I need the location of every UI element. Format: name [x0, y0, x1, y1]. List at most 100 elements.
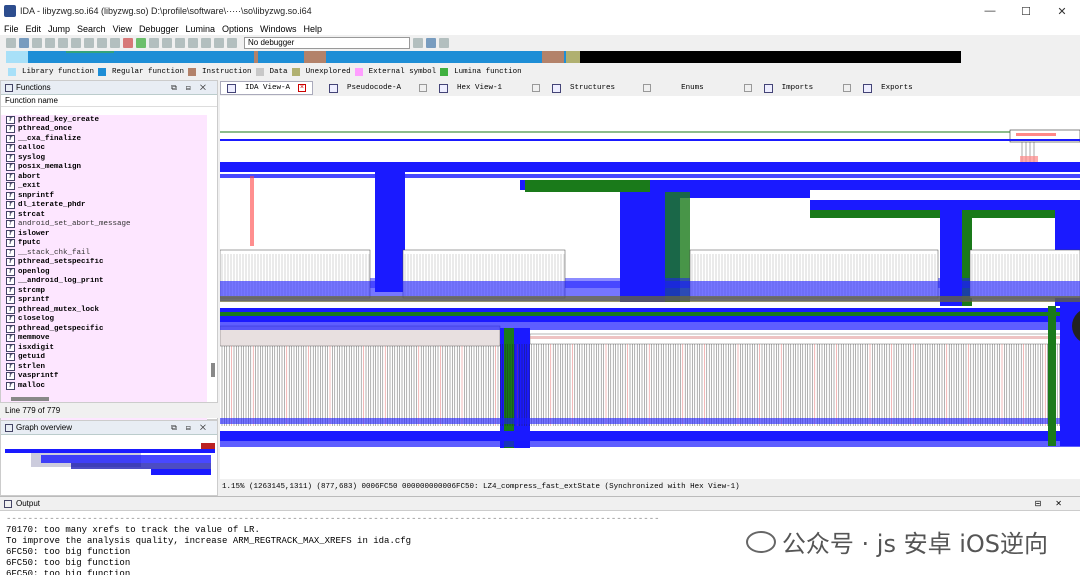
legend-lumina-swatch	[440, 67, 449, 76]
forward-icon[interactable]	[45, 37, 55, 48]
function-list-item[interactable]: f islower	[1, 229, 207, 239]
refresh-icon[interactable]	[426, 37, 436, 48]
function-list-item[interactable]: f pthread_mutex_lock	[1, 305, 207, 315]
paste-icon[interactable]	[84, 37, 94, 48]
function-list-item[interactable]: f _exit	[1, 182, 207, 192]
function-list-item[interactable]: f vasprintf	[1, 372, 207, 382]
chart-icon[interactable]	[162, 37, 172, 48]
image-icon[interactable]	[123, 37, 133, 48]
function-list-item[interactable]: f pthread_key_create	[1, 115, 207, 125]
copy-icon[interactable]	[71, 37, 81, 48]
tab-ida-view-a[interactable]: IDA View-A ×	[220, 81, 314, 95]
tab-enums[interactable]: Enums	[657, 81, 758, 95]
edit-icon[interactable]	[175, 37, 185, 48]
text-icon[interactable]	[110, 37, 120, 48]
open-icon[interactable]	[6, 37, 16, 48]
close-tab-icon[interactable]	[532, 84, 541, 92]
menu-edit[interactable]: Edit	[26, 24, 42, 34]
function-list-item[interactable]: f isxdigit	[1, 343, 207, 353]
function-list-item[interactable]: f strlen	[1, 362, 207, 372]
close-tab-icon[interactable]	[843, 84, 852, 92]
tab-pseudocode-a[interactable]: Pseudocode-A	[323, 81, 433, 95]
function-list-item[interactable]: f sprintf	[1, 296, 207, 306]
function-list-item[interactable]: f snprintf	[1, 191, 207, 201]
tab-structures[interactable]: Structures	[546, 81, 657, 95]
function-list-item[interactable]: f malloc	[1, 381, 207, 391]
close-tab-icon[interactable]	[643, 84, 652, 92]
play-icon[interactable]	[201, 37, 211, 48]
function-list-item[interactable]: f syslog	[1, 153, 207, 163]
maximize-button[interactable]: ☐	[1008, 5, 1044, 18]
function-icon: f	[6, 362, 15, 371]
functions-hscrollbar-thumb[interactable]	[11, 397, 49, 401]
green-circle-icon[interactable]	[136, 37, 146, 48]
navigation-band[interactable]	[6, 51, 961, 63]
debugger-select[interactable]: No debugger	[244, 36, 410, 49]
function-list-item[interactable]: f fputc	[1, 239, 207, 249]
back-icon[interactable]	[32, 37, 42, 48]
menu-help[interactable]: Help	[304, 24, 323, 34]
functions-scrollbar-thumb[interactable]	[211, 363, 215, 377]
settings-icon[interactable]	[439, 37, 449, 48]
menu-jump[interactable]: Jump	[48, 24, 70, 34]
pause-icon[interactable]	[214, 37, 224, 48]
tab-exports[interactable]: Exports	[857, 81, 919, 95]
function-list-item[interactable]: f strcmp	[1, 286, 207, 296]
function-list-item[interactable]: f __android_log_print	[1, 277, 207, 287]
delete-icon[interactable]	[188, 37, 198, 48]
function-list-item[interactable]: f dl_iterate_phdr	[1, 201, 207, 211]
menu-view[interactable]: View	[113, 24, 132, 34]
panel-controls-icon[interactable]: ⊟✕	[1035, 499, 1080, 508]
function-icon: f	[6, 144, 15, 153]
function-name: pthread_once	[18, 125, 73, 134]
function-list-item[interactable]: f openlog	[1, 267, 207, 277]
function-list-item[interactable]: f pthread_once	[1, 125, 207, 135]
function-list-item[interactable]: f __stack_chk_fail	[1, 248, 207, 258]
close-button[interactable]: ✕	[1044, 5, 1080, 18]
function-list-item[interactable]: f getuid	[1, 353, 207, 363]
function-name-column-header[interactable]: Function name	[1, 95, 217, 107]
graph-overview-minimap[interactable]	[1, 435, 217, 493]
panel-controls-icon[interactable]: ⧉⊟✕	[171, 83, 217, 93]
function-list-item[interactable]: f strcat	[1, 210, 207, 220]
tab-hex-view-1[interactable]: Hex View-1	[433, 81, 546, 95]
function-name: fputc	[18, 239, 41, 248]
function-list-item[interactable]: f abort	[1, 172, 207, 182]
menu-search[interactable]: Search	[77, 24, 106, 34]
stop-icon[interactable]	[227, 37, 237, 48]
function-list-item[interactable]: f __cxa_finalize	[1, 134, 207, 144]
menu-debugger[interactable]: Debugger	[139, 24, 179, 34]
close-tab-icon[interactable]	[419, 84, 428, 92]
function-list-item[interactable]: f android_set_abort_message	[1, 220, 207, 230]
function-list-item[interactable]: f pthread_getspecific	[1, 324, 207, 334]
function-list-item[interactable]: f pthread_setspecific	[1, 258, 207, 268]
close-tab-icon[interactable]	[743, 84, 752, 92]
function-list-item[interactable]: f memmove	[1, 334, 207, 344]
function-flow-graph[interactable]	[220, 96, 1080, 479]
function-name: __android_log_print	[18, 277, 104, 286]
function-list-item[interactable]: f calloc	[1, 144, 207, 154]
menu-lumina[interactable]: Lumina	[185, 24, 215, 34]
function-list-item[interactable]: f closelog	[1, 315, 207, 325]
tab-label: IDA View-A	[245, 84, 291, 92]
graph-icon[interactable]	[149, 37, 159, 48]
close-tab-icon[interactable]: ×	[298, 84, 307, 92]
panel-controls-icon[interactable]: ⧉⊟✕	[171, 423, 217, 433]
function-icon: f	[6, 210, 15, 219]
minimize-button[interactable]: —	[972, 5, 1008, 17]
ida-graph-view[interactable]	[220, 96, 1080, 479]
search-icon[interactable]	[58, 37, 68, 48]
function-icon: f	[6, 182, 15, 191]
menu-windows[interactable]: Windows	[260, 24, 297, 34]
tab-imports[interactable]: Imports	[758, 81, 858, 95]
menu-file[interactable]: File	[4, 24, 19, 34]
function-list[interactable]: f pthread_key_create f pthread_once f __cxa_f…	[1, 115, 207, 425]
function-list-item[interactable]: f posix_memalign	[1, 163, 207, 173]
legend-external: External symbol	[368, 67, 437, 76]
save-icon[interactable]	[19, 37, 29, 48]
function-name: pthread_getspecific	[18, 324, 104, 333]
menu-options[interactable]: Options	[222, 24, 253, 34]
attach-icon[interactable]	[413, 37, 423, 48]
download-icon[interactable]	[97, 37, 107, 48]
function-name: __stack_chk_fail	[18, 248, 91, 257]
